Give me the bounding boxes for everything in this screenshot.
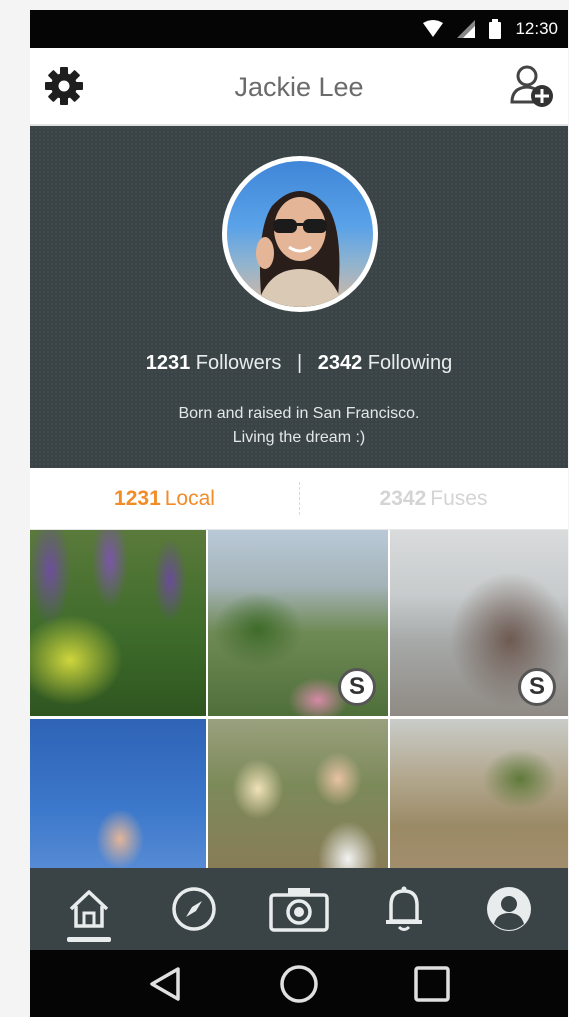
tab-local-count: 1231 bbox=[114, 486, 161, 510]
following-count[interactable]: 2342 bbox=[318, 352, 363, 374]
followers-count[interactable]: 1231 bbox=[146, 352, 191, 374]
system-back-button[interactable] bbox=[141, 959, 191, 1009]
bio-line-1: Born and raised in San Francisco. bbox=[178, 405, 420, 422]
system-nav-bar bbox=[30, 950, 568, 1017]
recents-square-icon bbox=[413, 965, 450, 1002]
photo-tile[interactable] bbox=[208, 719, 388, 880]
profile-header: 1231 Followers | 2342 Following Born and… bbox=[30, 126, 568, 468]
battery-icon bbox=[489, 19, 502, 39]
profile-avatar[interactable] bbox=[222, 156, 378, 312]
nav-explore[interactable] bbox=[159, 874, 229, 944]
stats-separator: | bbox=[296, 352, 303, 374]
photo-tile[interactable] bbox=[390, 719, 568, 880]
signal-icon bbox=[457, 20, 476, 38]
tab-fuses-count: 2342 bbox=[379, 486, 427, 510]
bio-line-2: Living the dream :) bbox=[232, 429, 366, 446]
add-user-icon bbox=[510, 65, 553, 107]
user-photo-icon bbox=[256, 191, 343, 307]
photo-tile[interactable] bbox=[30, 719, 206, 880]
system-recents-button[interactable] bbox=[407, 959, 457, 1009]
content-tabs: 1231 Local 2342 Fuses bbox=[30, 468, 568, 530]
phone-screen: 12:30 Jackie Lee 1231 Followers | 2342 F… bbox=[30, 10, 568, 1017]
app-bar: Jackie Lee bbox=[30, 48, 568, 126]
photo-tile[interactable]: S bbox=[208, 530, 388, 716]
system-home-button[interactable] bbox=[274, 959, 324, 1009]
tab-fuses[interactable]: 2342 Fuses bbox=[299, 468, 568, 529]
photo-grid: S S bbox=[30, 530, 568, 880]
home-circle-icon bbox=[280, 964, 318, 1003]
home-icon bbox=[69, 890, 108, 928]
camera-icon bbox=[269, 888, 329, 932]
status-time: 12:30 bbox=[515, 19, 558, 38]
wifi-icon bbox=[423, 20, 444, 37]
compass-icon bbox=[172, 887, 216, 931]
page-title: Jackie Lee bbox=[234, 72, 364, 102]
tab-local-label: Local bbox=[164, 486, 215, 510]
tab-local[interactable]: 1231 Local bbox=[30, 468, 299, 529]
nav-camera[interactable] bbox=[264, 874, 334, 944]
profile-bio: Born and raised in San Francisco. Living… bbox=[30, 402, 568, 450]
bell-icon bbox=[386, 886, 423, 931]
follow-stats: 1231 Followers | 2342 Following bbox=[30, 352, 568, 375]
nav-notifications[interactable] bbox=[369, 874, 439, 944]
bottom-nav bbox=[30, 868, 568, 950]
nav-profile[interactable] bbox=[474, 874, 544, 944]
fuse-badge-icon: S bbox=[338, 668, 376, 706]
followers-label[interactable]: Followers bbox=[196, 352, 282, 374]
photo-tile[interactable] bbox=[30, 530, 206, 716]
add-friend-button[interactable] bbox=[510, 62, 556, 115]
tab-fuses-label: Fuses bbox=[430, 486, 488, 510]
following-label[interactable]: Following bbox=[368, 352, 452, 374]
profile-icon bbox=[487, 887, 532, 931]
nav-home[interactable] bbox=[54, 874, 124, 944]
back-triangle-icon bbox=[150, 966, 181, 1001]
fuse-badge-icon: S bbox=[518, 668, 556, 706]
photo-tile[interactable]: S bbox=[390, 530, 568, 716]
status-bar: 12:30 bbox=[30, 10, 568, 48]
